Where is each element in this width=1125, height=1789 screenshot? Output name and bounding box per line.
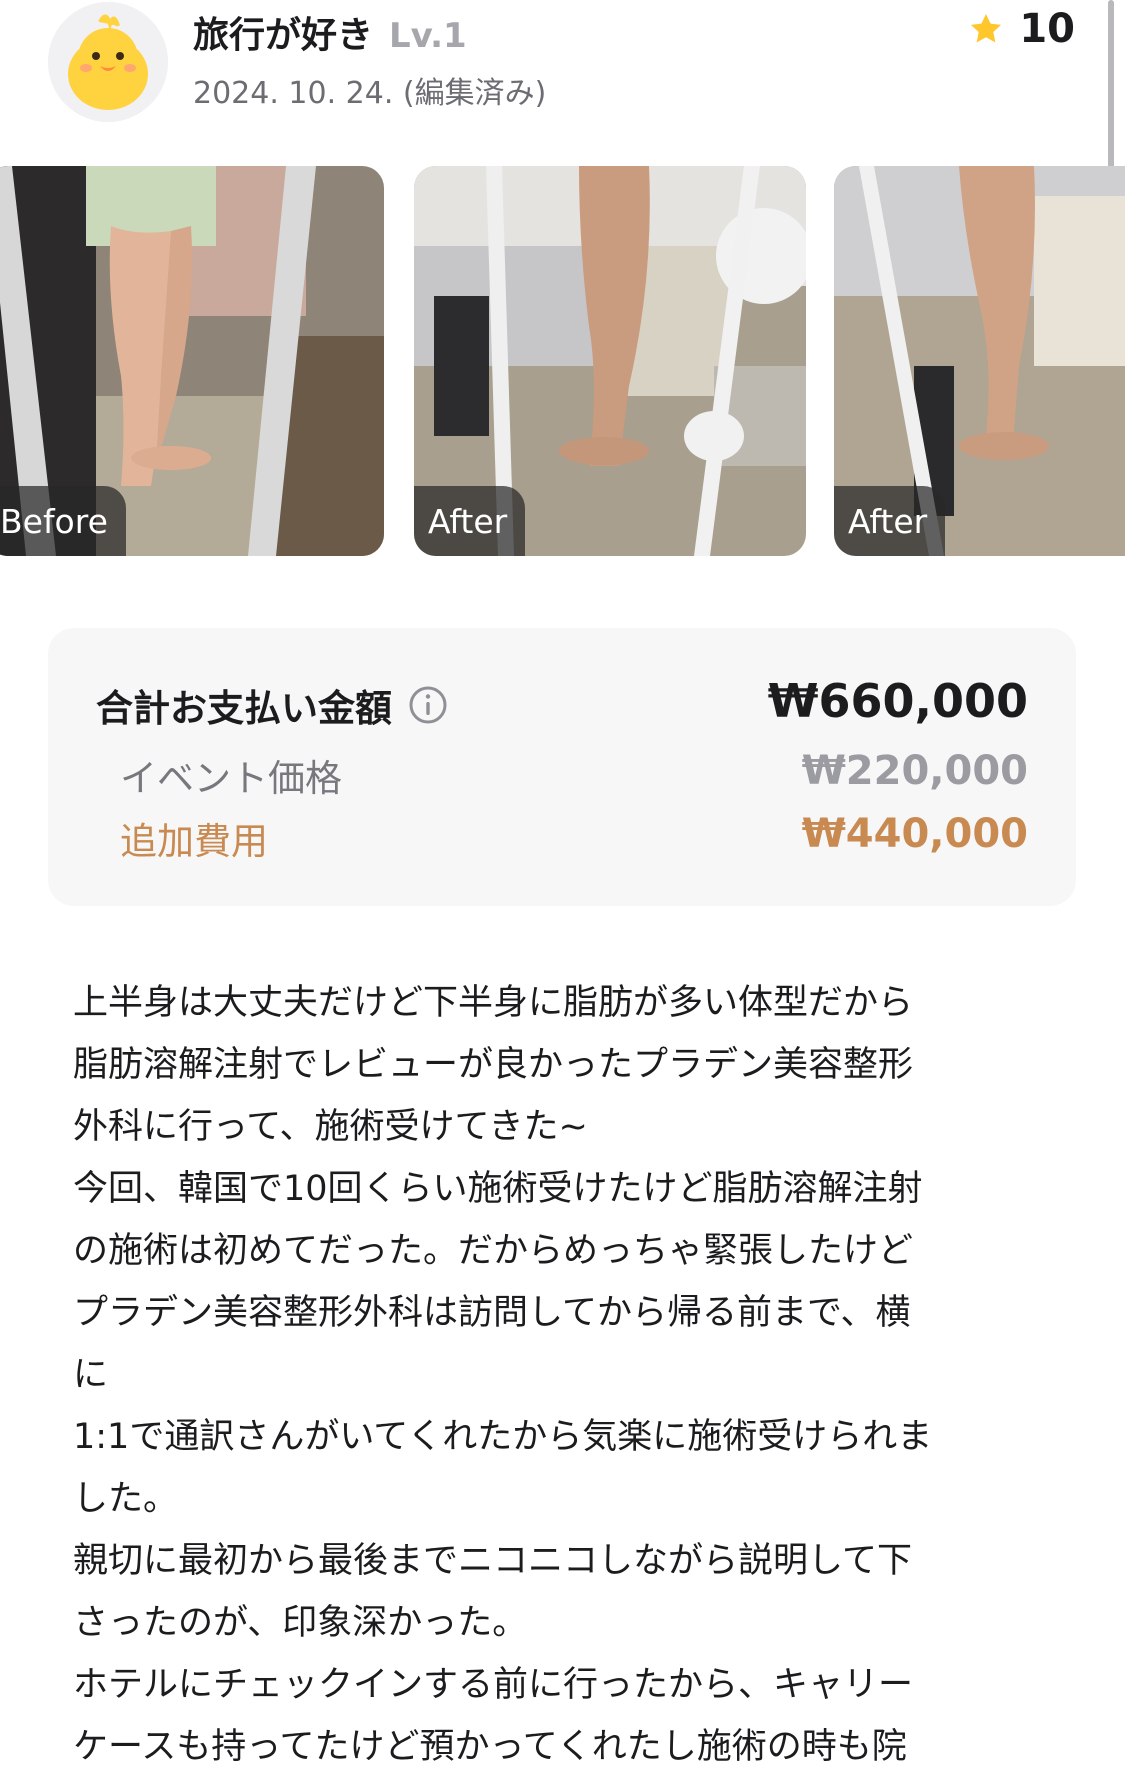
review-line: 1:1で通訳さんがいてくれたから気楽に施術受けられま — [73, 1417, 933, 1457]
post-date: 2024. 10. 24. (編集済み) — [193, 76, 547, 111]
user-level: Lv.1 — [389, 16, 467, 56]
review-line: 親切に最初から最後までニコニコしながら説明して下 — [73, 1541, 912, 1581]
photo-before[interactable]: Before — [0, 166, 384, 556]
extra-fee-value: ₩440,000 — [801, 811, 1028, 857]
price-row-extra: 追加費用 ₩440,000 — [48, 811, 1076, 863]
review-line: した。 — [73, 1479, 179, 1519]
review-header: 旅行が好き Lv.1 2024. 10. 24. (編集済み) 10 — [0, 0, 1125, 150]
total-price-value: ₩660,000 — [767, 674, 1028, 728]
review-line: に — [73, 1355, 109, 1395]
total-price-label: 合計お支払い金額 — [96, 687, 392, 730]
price-row-event: イベント価格 ₩220,000 — [48, 748, 1076, 800]
price-row-total: 合計お支払い金額 ₩660,000 — [48, 674, 1076, 738]
review-line: 今回、韓国で10回くらい施術受けたけど脂肪溶解注射 — [73, 1169, 923, 1209]
review-line: 上半身は大丈夫だけど下半身に脂肪が多い体型だから — [73, 983, 914, 1023]
review-line: さったのが、印象深かった。 — [73, 1603, 528, 1643]
photo-gallery[interactable]: Before After After — [0, 166, 1125, 556]
chick-avatar-icon[interactable] — [48, 2, 168, 122]
review-body: 上半身は大丈夫だけど下半身に脂肪が多い体型だから 脂肪溶解注射でレビューが良かっ… — [73, 972, 1053, 1778]
total-price-label-group: 合計お支払い金額 — [96, 678, 448, 732]
info-icon[interactable] — [408, 685, 448, 725]
rating: 10 — [967, 6, 1075, 52]
username-row: 旅行が好き Lv.1 — [193, 6, 467, 58]
review-line: 外科に行って、施術受けてきた~ — [73, 1107, 588, 1147]
photo-tag: After — [834, 486, 946, 556]
review-line: ホテルにチェックインする前に行ったから、キャリー — [73, 1665, 914, 1705]
review-line: 脂肪溶解注射でレビューが良かったプラデン美容整形 — [73, 1045, 914, 1085]
extra-fee-label: 追加費用 — [120, 820, 268, 863]
rating-value: 10 — [1019, 6, 1075, 52]
event-price-value: ₩220,000 — [801, 748, 1028, 794]
review-line: プラデン美容整形外科は訪問してから帰る前まで、横 — [73, 1293, 911, 1333]
event-price-label: イベント価格 — [120, 757, 342, 800]
price-summary-card: 合計お支払い金額 ₩660,000 イベント価格 ₩220,000 追加費用 ₩… — [48, 628, 1076, 906]
review-line: の施術は初めてだった。だからめっちゃ緊張したけど — [73, 1231, 914, 1271]
username[interactable]: 旅行が好き — [193, 6, 373, 58]
photo-after-1[interactable]: After — [414, 166, 806, 556]
photo-tag: After — [414, 486, 526, 556]
photo-tag: Before — [0, 486, 126, 556]
review-line: ケースも持ってたけど預かってくれたし施術の時も院 — [73, 1727, 907, 1767]
photo-after-2[interactable]: After — [834, 166, 1125, 556]
star-icon — [971, 13, 1002, 43]
